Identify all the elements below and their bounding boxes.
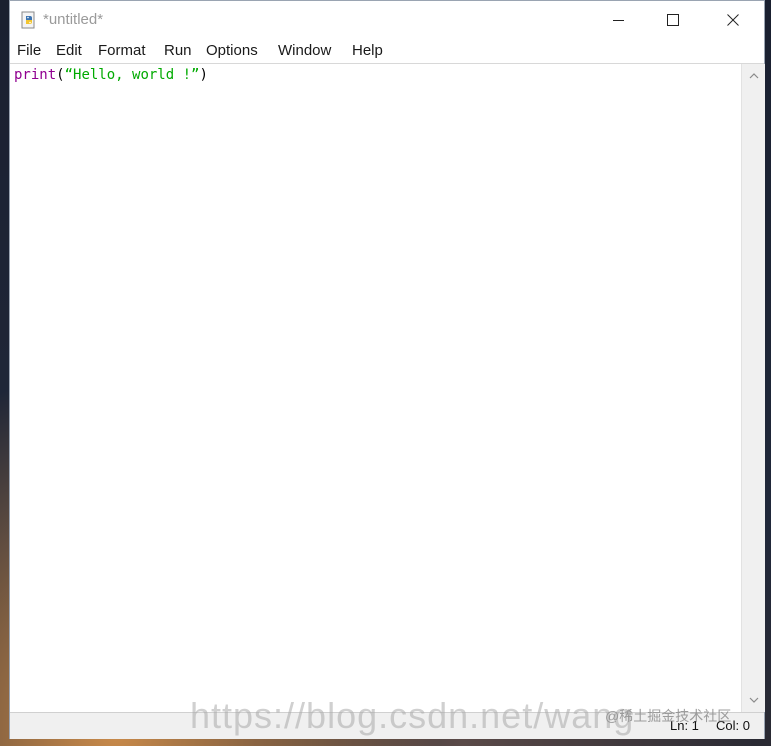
maximize-button[interactable]: [650, 1, 696, 39]
scroll-up-button[interactable]: [742, 66, 765, 86]
code-close-paren: ): [199, 67, 208, 83]
code-keyword: print: [14, 67, 57, 83]
python-idle-icon: [20, 11, 38, 29]
vertical-scrollbar[interactable]: [741, 64, 765, 712]
code-line: print(“Hello, world !”): [14, 67, 208, 83]
minimize-icon: [613, 20, 624, 21]
menu-bar: File Edit Format Run Options Window Help: [10, 39, 764, 64]
window-title: *untitled*: [43, 11, 104, 28]
menu-run[interactable]: Run: [164, 42, 192, 59]
scroll-down-button[interactable]: [742, 690, 765, 710]
maximize-icon: [667, 14, 679, 26]
menu-window[interactable]: Window: [278, 42, 331, 59]
chevron-up-icon: [749, 73, 758, 79]
idle-editor-window: *untitled* File Edit Format Run Options …: [9, 0, 765, 739]
watermark-url: https://blog.csdn.net/wang: [190, 695, 635, 736]
menu-edit[interactable]: Edit: [56, 42, 82, 59]
menu-format[interactable]: Format: [98, 42, 146, 59]
chevron-down-icon: [749, 697, 758, 703]
close-button[interactable]: [710, 1, 756, 39]
title-bar[interactable]: *untitled*: [10, 1, 764, 39]
code-editor[interactable]: print(“Hello, world !”): [10, 64, 740, 712]
menu-file[interactable]: File: [17, 42, 41, 59]
code-open-paren: (: [56, 67, 65, 83]
menu-options[interactable]: Options: [206, 42, 258, 59]
menu-help[interactable]: Help: [352, 42, 383, 59]
watermark-badge: @稀土掘金技术社区: [605, 708, 732, 724]
code-string: “Hello, world !”: [64, 67, 200, 83]
minimize-button[interactable]: [596, 1, 642, 39]
close-icon: [727, 14, 739, 26]
